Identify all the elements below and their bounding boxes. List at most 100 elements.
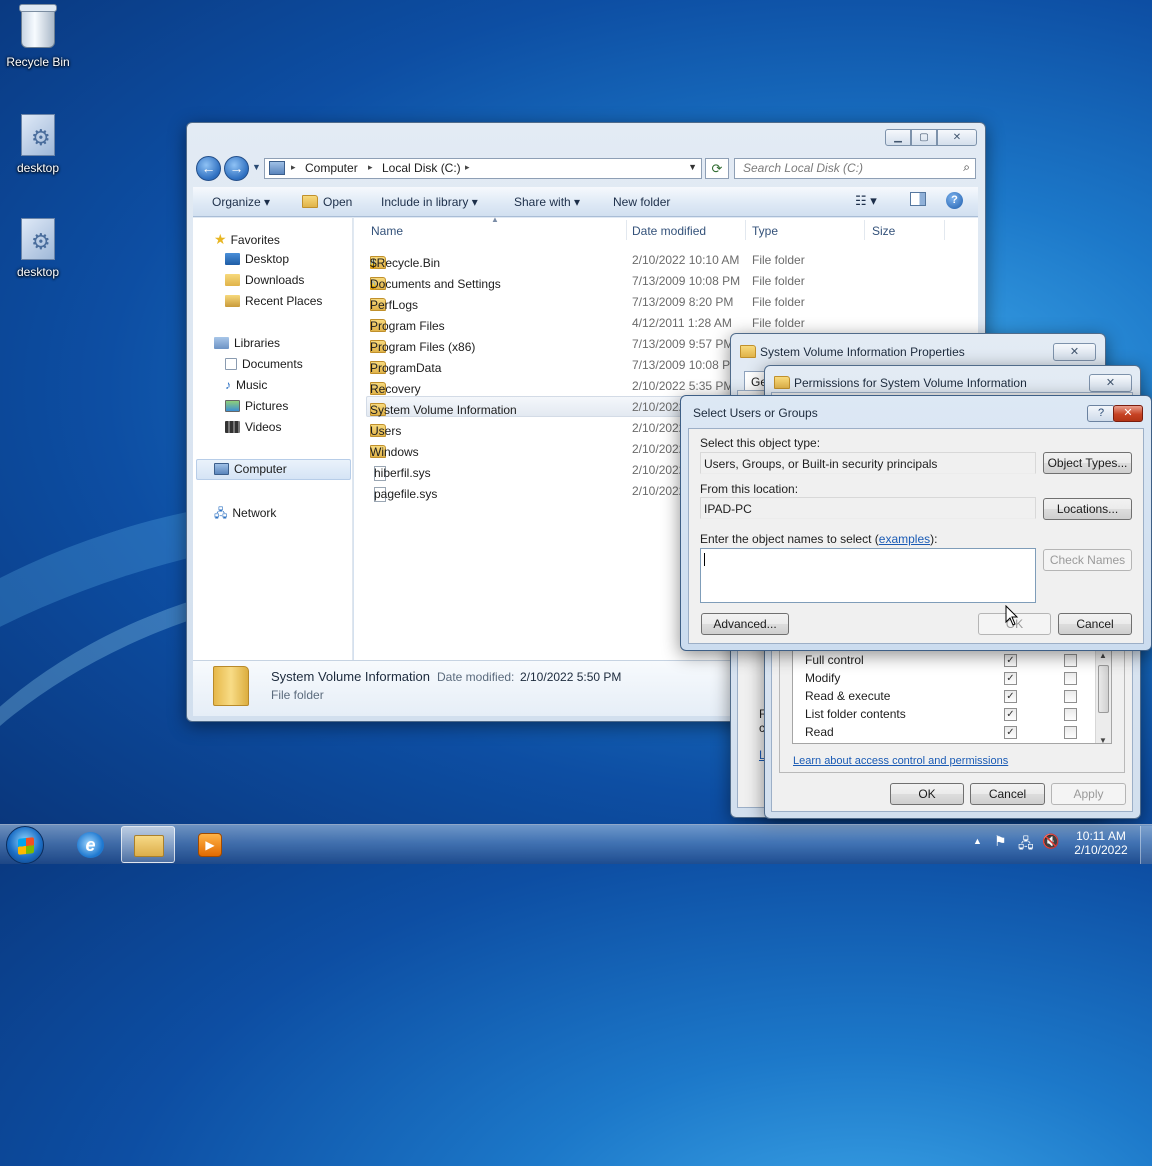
column-header-name[interactable]: Name	[371, 224, 403, 238]
deny-checkbox[interactable]	[1064, 672, 1077, 685]
help-icon[interactable]: ?	[946, 192, 963, 209]
desktop-icon-file[interactable]: desktop	[0, 218, 76, 279]
address-bar[interactable]: ▸ Computer ▸ Local Disk (C:) ▸ ▼	[264, 158, 702, 179]
clock-time: 10:11 AM	[1076, 829, 1126, 843]
mouse-cursor-icon	[1005, 605, 1019, 626]
start-button[interactable]	[6, 826, 44, 864]
breadcrumb-local-disk[interactable]: Local Disk (C:)	[382, 161, 461, 175]
search-input[interactable]: Search Local Disk (C:) ⌕	[734, 158, 976, 179]
scrollbar-thumb[interactable]	[1098, 665, 1109, 713]
check-names-button[interactable]: Check Names	[1043, 549, 1132, 571]
nav-videos[interactable]: Videos	[225, 420, 281, 434]
close-button[interactable]: ✕	[1089, 374, 1132, 392]
object-names-input[interactable]	[700, 548, 1036, 603]
deny-checkbox[interactable]	[1064, 708, 1077, 721]
organize-button[interactable]: Organize ▾	[212, 195, 270, 209]
help-button[interactable]: ?	[1087, 405, 1115, 422]
apply-button[interactable]: Apply	[1051, 783, 1126, 805]
videos-icon	[225, 421, 240, 433]
open-button[interactable]: Open	[302, 195, 352, 209]
nav-network[interactable]: 🖧 Network	[214, 504, 276, 525]
nav-libraries[interactable]: Libraries	[214, 336, 280, 350]
breadcrumb-arrow-icon: ▸	[368, 162, 373, 172]
column-header-size[interactable]: Size	[872, 224, 895, 238]
close-button[interactable]: ✕	[1113, 405, 1143, 422]
deny-checkbox[interactable]	[1064, 690, 1077, 703]
show-hidden-icons[interactable]: ▲	[973, 836, 982, 846]
close-button[interactable]: ✕	[937, 129, 977, 146]
permissions-title: Permissions for System Volume Informatio…	[794, 376, 1027, 390]
internet-explorer-icon: e	[77, 832, 104, 858]
sort-arrow-icon: ▲	[491, 215, 499, 224]
allow-checkbox-checked[interactable]: ✓	[1004, 708, 1017, 721]
folder-icon	[774, 376, 790, 389]
close-button[interactable]: ✕	[1053, 343, 1096, 361]
network-tray-icon[interactable]: 🖧	[1018, 833, 1034, 857]
scroll-up-icon[interactable]: ▲	[1099, 651, 1107, 660]
nav-recent-places[interactable]: Recent Places	[225, 294, 322, 308]
permission-label: Full control	[805, 653, 864, 667]
allow-checkbox-checked[interactable]: ✓	[1004, 690, 1017, 703]
nav-computer[interactable]: Computer	[214, 462, 287, 476]
nav-documents[interactable]: Documents	[225, 357, 303, 371]
locations-button[interactable]: Locations...	[1043, 498, 1132, 520]
clock-date: 2/10/2022	[1074, 843, 1128, 857]
column-header-type[interactable]: Type	[752, 224, 778, 238]
allow-checkbox-checked[interactable]: ✓	[1004, 672, 1017, 685]
nav-pictures[interactable]: Pictures	[225, 399, 288, 413]
scrollbar[interactable]: ▲ ▼	[1095, 651, 1111, 743]
object-types-button[interactable]: Object Types...	[1043, 452, 1132, 474]
window-controls: ▁ ▢ ✕	[885, 129, 977, 146]
action-center-flag-icon[interactable]: ⚑	[994, 833, 1007, 850]
recent-pages-dropdown[interactable]: ▼	[252, 162, 261, 172]
examples-link[interactable]: examples	[879, 532, 930, 546]
refresh-icon[interactable]: ⟳	[705, 158, 729, 179]
allow-checkbox-checked[interactable]: ✓	[1004, 726, 1017, 739]
nav-music[interactable]: ♪ Music	[225, 378, 267, 392]
text-cursor	[704, 553, 705, 566]
desktop-icon-label: desktop	[16, 265, 60, 279]
cancel-button[interactable]: Cancel	[1058, 613, 1132, 635]
maximize-button[interactable]: ▢	[911, 129, 937, 146]
breadcrumb-computer[interactable]: Computer	[305, 161, 358, 175]
learn-about-permissions-link[interactable]: Learn about access control and permissio…	[793, 755, 1008, 767]
open-folder-icon	[302, 195, 318, 208]
new-folder-button[interactable]: New folder	[613, 195, 670, 209]
computer-icon	[214, 463, 229, 475]
advanced-button[interactable]: Advanced...	[701, 613, 789, 635]
include-in-library-button[interactable]: Include in library ▾	[381, 195, 478, 209]
permission-label: Read	[805, 725, 834, 739]
change-view-icon[interactable]: ☷ ▾	[855, 193, 877, 209]
computer-icon	[269, 161, 285, 175]
nav-favorites[interactable]: ★ Favorites	[214, 231, 280, 248]
media-player-icon: ▶	[198, 833, 222, 857]
cancel-button[interactable]: Cancel	[970, 783, 1045, 805]
nav-downloads[interactable]: Downloads	[225, 273, 304, 287]
allow-checkbox-checked[interactable]: ✓	[1004, 654, 1017, 667]
object-type-label: Select this object type:	[700, 436, 821, 450]
back-button[interactable]: ←	[196, 156, 221, 181]
search-placeholder: Search Local Disk (C:)	[743, 161, 864, 175]
taskbar-media-player[interactable]: ▶	[183, 826, 237, 863]
scroll-down-icon[interactable]: ▼	[1099, 736, 1107, 743]
deny-checkbox[interactable]	[1064, 654, 1077, 667]
column-header-date[interactable]: Date modified	[632, 224, 706, 238]
breadcrumb-arrow-icon: ▸	[465, 162, 470, 172]
preview-pane-icon[interactable]	[910, 192, 926, 206]
ok-button[interactable]: OK	[890, 783, 964, 805]
taskbar-internet-explorer[interactable]: e	[64, 826, 118, 863]
clock[interactable]: 10:11 AM 2/10/2022	[1066, 829, 1136, 857]
taskbar-windows-explorer[interactable]	[121, 826, 175, 863]
show-desktop-button[interactable]	[1140, 826, 1152, 864]
deny-checkbox[interactable]	[1064, 726, 1077, 739]
address-dropdown-icon[interactable]: ▼	[688, 162, 697, 172]
object-names-label: Enter the object names to select (exampl…	[700, 532, 938, 546]
volume-muted-icon[interactable]: 🔇	[1042, 833, 1059, 850]
nav-desktop[interactable]: Desktop	[225, 252, 289, 266]
desktop-icon-recycle-bin[interactable]: Recycle Bin	[0, 4, 76, 69]
forward-button[interactable]: →	[224, 156, 249, 181]
desktop-icon-file[interactable]: desktop	[0, 114, 76, 175]
config-file-icon	[18, 218, 58, 262]
minimize-button[interactable]: ▁	[885, 129, 911, 146]
share-with-button[interactable]: Share with ▾	[514, 195, 580, 209]
